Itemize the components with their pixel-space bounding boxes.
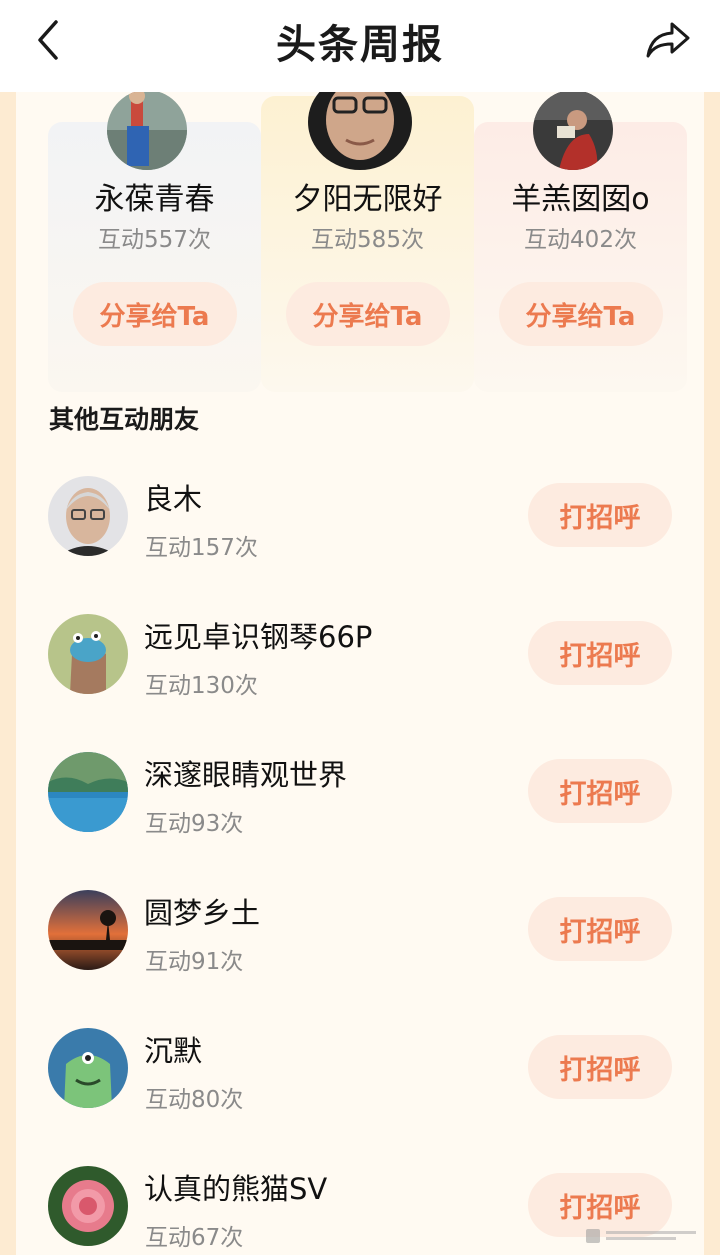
top-friend-2: 夕阳无限好 互动585次 分享给Ta bbox=[261, 74, 474, 392]
top-friend-name: 羊羔囡囡o bbox=[511, 182, 650, 217]
top-friend-name: 永葆青春 bbox=[94, 182, 215, 217]
say-hi-button[interactable]: 打招呼 bbox=[528, 759, 672, 823]
interaction-count: 互动91次 bbox=[145, 949, 244, 975]
share-button[interactable] bbox=[644, 18, 692, 62]
avatar[interactable] bbox=[48, 752, 128, 832]
top-bar: 头条周报 bbox=[0, 0, 720, 92]
share-to-friend-button[interactable]: 分享给Ta bbox=[285, 282, 450, 346]
interaction-count: 互动130次 bbox=[145, 673, 258, 699]
avatar[interactable] bbox=[48, 476, 128, 556]
share-to-friend-button[interactable]: 分享给Ta bbox=[498, 282, 663, 346]
friend-name: 良木 bbox=[144, 482, 203, 516]
avatar[interactable] bbox=[48, 614, 128, 694]
avatar[interactable] bbox=[533, 90, 613, 170]
interaction-count: 互动67次 bbox=[145, 1225, 244, 1251]
interaction-count: 互动157次 bbox=[145, 535, 258, 561]
watermark bbox=[586, 1227, 706, 1245]
say-hi-button[interactable]: 打招呼 bbox=[528, 1035, 672, 1099]
avatar[interactable] bbox=[107, 90, 187, 170]
top-friend-count: 互动402次 bbox=[524, 227, 637, 253]
avatar[interactable] bbox=[48, 1166, 128, 1246]
friend-name: 深邃眼睛观世界 bbox=[144, 758, 348, 792]
say-hi-button[interactable]: 打招呼 bbox=[528, 483, 672, 547]
top-friend-3: 羊羔囡囡o 互动402次 分享给Ta bbox=[474, 90, 687, 392]
friend-name: 认真的熊猫SV bbox=[144, 1172, 328, 1206]
weekly-report-card: 永葆青春 互动557次 分享给Ta 夕阳无限好 互动585次 分享给Ta 羊羔囡… bbox=[16, 74, 704, 1255]
friend-row[interactable]: 良木 互动157次 打招呼 bbox=[16, 476, 704, 586]
top-friend-count: 互动585次 bbox=[311, 227, 424, 253]
friend-row[interactable]: 远见卓识钢琴66P 互动130次 打招呼 bbox=[16, 614, 704, 724]
friend-row[interactable]: 深邃眼睛观世界 互动93次 打招呼 bbox=[16, 752, 704, 862]
top-friend-1: 永葆青春 互动557次 分享给Ta bbox=[48, 90, 261, 392]
top-friend-name: 夕阳无限好 bbox=[292, 182, 443, 217]
avatar[interactable] bbox=[48, 890, 128, 970]
avatar[interactable] bbox=[48, 1028, 128, 1108]
friend-row[interactable]: 圆梦乡土 互动91次 打招呼 bbox=[16, 890, 704, 1000]
share-to-friend-button[interactable]: 分享给Ta bbox=[72, 282, 237, 346]
friend-name: 远见卓识钢琴66P bbox=[144, 620, 373, 654]
friend-name: 圆梦乡土 bbox=[144, 896, 261, 930]
page-title: 头条周报 bbox=[276, 22, 444, 68]
friend-name: 沉默 bbox=[144, 1034, 203, 1068]
interaction-count: 互动93次 bbox=[145, 811, 244, 837]
section-title: 其他互动朋友 bbox=[49, 405, 200, 434]
say-hi-button[interactable]: 打招呼 bbox=[528, 897, 672, 961]
top-friend-count: 互动557次 bbox=[98, 227, 211, 253]
interaction-count: 互动80次 bbox=[145, 1087, 244, 1113]
share-arrow-icon bbox=[646, 22, 690, 58]
friend-row[interactable]: 沉默 互动80次 打招呼 bbox=[16, 1028, 704, 1138]
say-hi-button[interactable]: 打招呼 bbox=[528, 621, 672, 685]
